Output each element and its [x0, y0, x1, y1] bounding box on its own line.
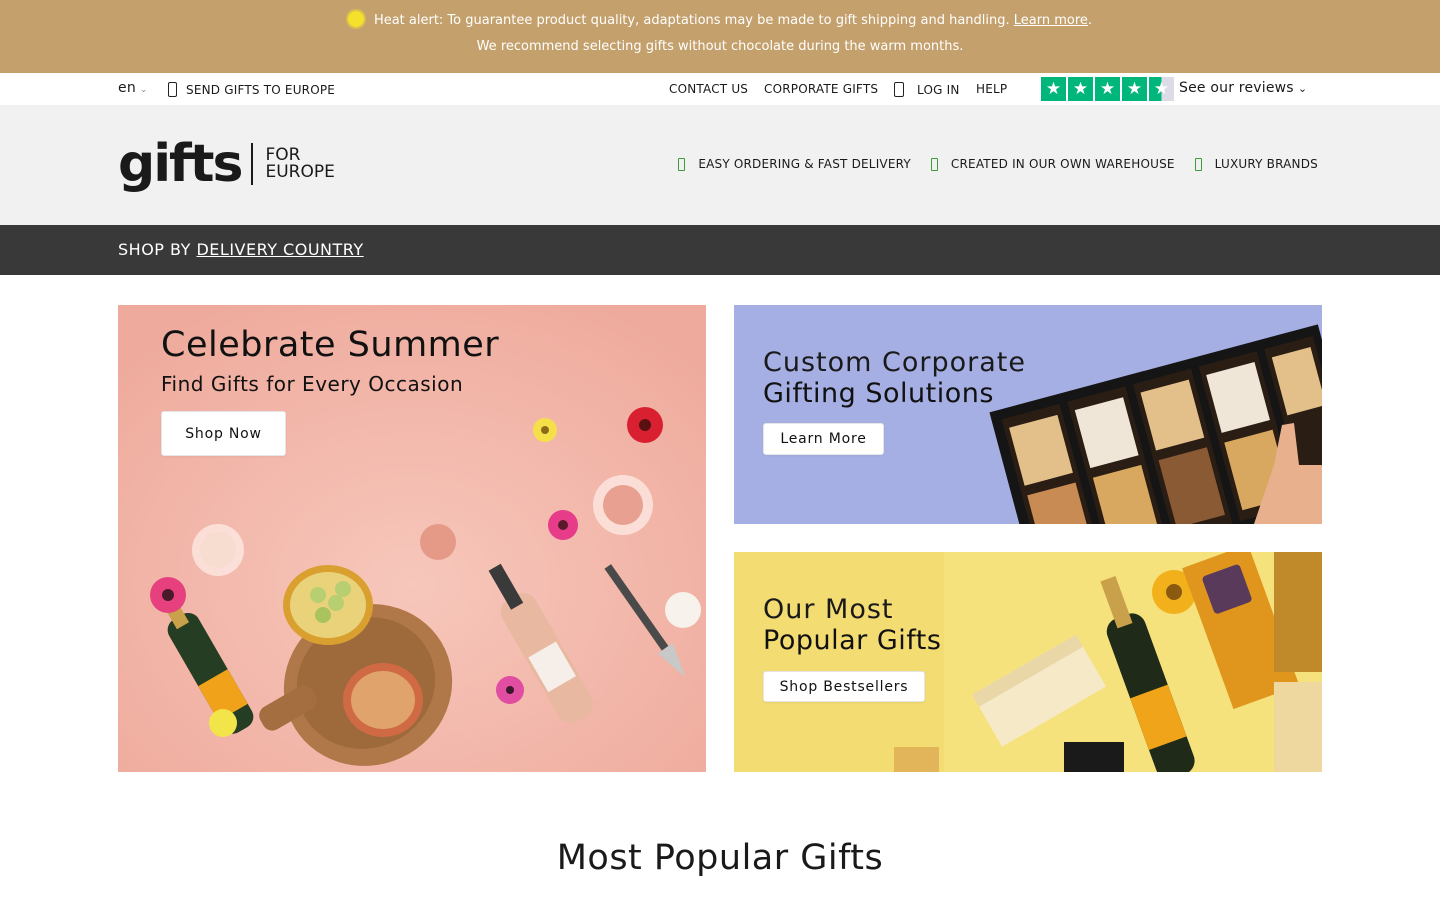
- site-logo[interactable]: gifts FOR EUROPE: [118, 133, 335, 195]
- usp-label: LUXURY BRANDS: [1214, 157, 1318, 171]
- hero-corporate-banner[interactable]: Custom Corporate Gifting Solutions Learn…: [734, 305, 1322, 524]
- log-in-link[interactable]: LOG IN: [894, 82, 960, 97]
- user-icon: [894, 82, 904, 97]
- star-icon: ★: [1068, 77, 1093, 101]
- shop-by-text: SHOP BY DELIVERY COUNTRY: [118, 240, 364, 259]
- check-icon: [1194, 157, 1202, 171]
- shop-by-nav: SHOP BY DELIVERY COUNTRY: [0, 225, 1440, 275]
- alert-text: Heat alert: To guarantee product quality…: [373, 13, 1010, 28]
- heat-alert-banner: Heat alert: To guarantee product quality…: [0, 0, 1440, 73]
- popular-title-bold: Popular Gifts: [763, 625, 942, 656]
- utility-bar: en ⌄ SEND GIFTS TO EUROPE CONTACT US CORP…: [0, 73, 1440, 105]
- usp-list: EASY ORDERING & FAST DELIVERY CREATED IN…: [678, 157, 1318, 171]
- log-in-label: LOG IN: [917, 83, 960, 97]
- check-icon: [930, 157, 938, 171]
- learn-more-button[interactable]: Learn More: [763, 423, 884, 455]
- send-gifts-label: SEND GIFTS TO EUROPE: [186, 83, 336, 97]
- usp-item: EASY ORDERING & FAST DELIVERY: [678, 157, 911, 171]
- corporate-gifts-link[interactable]: CORPORATE GIFTS: [764, 82, 878, 96]
- check-icon: [678, 157, 686, 171]
- corporate-gift-box-image: [734, 305, 1322, 524]
- usp-label: CREATED IN OUR OWN WAREHOUSE: [950, 157, 1175, 171]
- popular-gifts-image: [734, 552, 1322, 772]
- shop-by-prefix: SHOP BY: [118, 240, 191, 259]
- corporate-title-light: Custom Corporate: [763, 347, 1026, 378]
- usp-label: EASY ORDERING & FAST DELIVERY: [698, 157, 911, 171]
- star-icon: ★: [1095, 77, 1120, 101]
- summer-subtitle: Find Gifts for Every Occasion: [161, 372, 464, 396]
- half-star-icon: ★: [1149, 77, 1174, 101]
- help-link[interactable]: HELP: [976, 82, 1007, 96]
- most-popular-gifts-heading: Most Popular Gifts: [556, 838, 884, 878]
- site-header: gifts FOR EUROPE EASY ORDERING & FAST DEL…: [0, 105, 1440, 225]
- send-gifts-link[interactable]: SEND GIFTS TO EUROPE: [168, 82, 335, 97]
- hero-popular-banner[interactable]: Our Most Popular Gifts Shop Bestsellers: [734, 552, 1322, 772]
- alert-learn-more-link[interactable]: Learn more: [1014, 13, 1088, 28]
- hero-summer-banner[interactable]: Celebrate Summer Find Gifts for Every Oc…: [118, 305, 706, 772]
- logo-subtitle: FOR EUROPE: [265, 147, 334, 181]
- star-icon: ★: [1041, 77, 1066, 101]
- chevron-down-icon: ⌄: [139, 85, 148, 95]
- trustpilot-rating[interactable]: ★ ★ ★ ★ ★: [1041, 77, 1174, 101]
- logo-sub-line-2: EUROPE: [265, 162, 335, 182]
- sun-icon: [347, 11, 364, 27]
- shop-bestsellers-button[interactable]: Shop Bestsellers: [763, 671, 925, 702]
- star-icon: ★: [1122, 77, 1147, 101]
- logo-divider: [251, 143, 254, 185]
- alert-line-1: Heat alert: To guarantee product quality…: [0, 11, 1440, 28]
- reviews-label: See our reviews: [1179, 80, 1294, 96]
- phone-icon: [168, 82, 177, 97]
- corporate-title-bold: Gifting Solutions: [763, 378, 994, 409]
- contact-us-link[interactable]: CONTACT US: [669, 82, 748, 96]
- popular-title-light: Our Most: [763, 594, 894, 625]
- language-label: en: [118, 80, 136, 96]
- usp-item: CREATED IN OUR OWN WAREHOUSE: [930, 157, 1175, 171]
- shop-now-button[interactable]: Shop Now: [161, 411, 286, 456]
- see-reviews-dropdown[interactable]: See our reviews ⌄: [1179, 80, 1307, 96]
- chevron-down-icon: ⌄: [1297, 82, 1308, 95]
- delivery-country-link[interactable]: DELIVERY COUNTRY: [196, 240, 363, 259]
- language-selector[interactable]: en ⌄: [118, 80, 148, 96]
- alert-line-2: We recommend selecting gifts without cho…: [476, 39, 964, 54]
- logo-wordmark: gifts: [118, 134, 243, 194]
- usp-item: LUXURY BRANDS: [1194, 157, 1318, 171]
- summer-title: Celebrate Summer: [161, 325, 500, 365]
